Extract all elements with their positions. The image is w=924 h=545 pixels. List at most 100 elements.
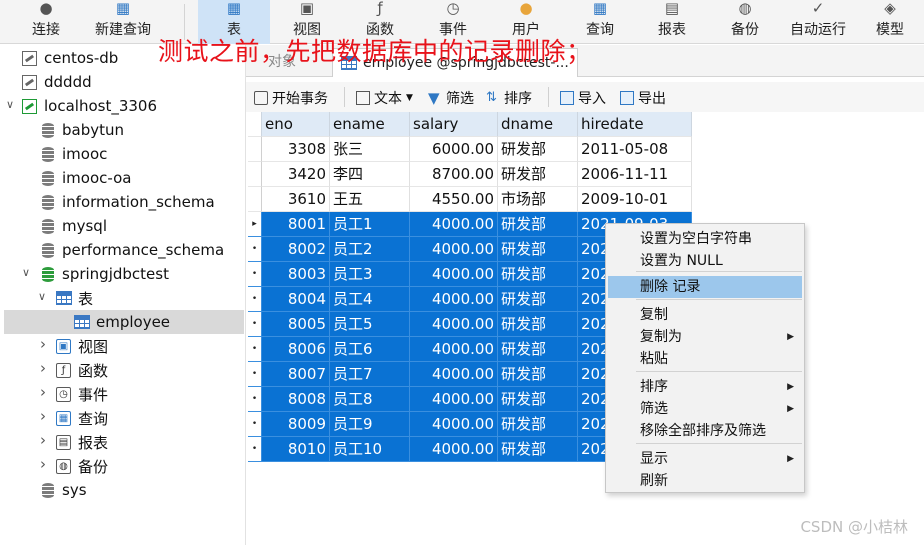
cell-eno[interactable]: 8008 <box>262 387 330 412</box>
cell-ename[interactable]: 员工6 <box>330 337 410 362</box>
cell-salary[interactable]: 4000.00 <box>410 362 498 387</box>
toolbar-button-report[interactable]: ▤ 报表 <box>636 0 708 44</box>
cell-salary[interactable]: 4000.00 <box>410 387 498 412</box>
cell-dname[interactable]: 研发部 <box>498 437 578 462</box>
cell-ename[interactable]: 李四 <box>330 162 410 187</box>
nav-item-ddddd[interactable]: ddddd <box>22 70 92 94</box>
column-header-dname[interactable]: dname <box>498 112 578 137</box>
chevron-right-icon[interactable]: › <box>40 359 46 377</box>
menu-item-1[interactable]: 设置为 NULL <box>608 250 802 272</box>
cell-salary[interactable]: 4000.00 <box>410 212 498 237</box>
cell-dname[interactable]: 研发部 <box>498 287 578 312</box>
nav-item-imooc[interactable]: imooc <box>40 142 107 166</box>
column-header-salary[interactable]: salary <box>410 112 498 137</box>
nav-item-[interactable]: ◷ 事件 <box>56 382 108 406</box>
cell-eno[interactable]: 8010 <box>262 437 330 462</box>
nav-item-[interactable]: ▦ 查询 <box>56 406 108 430</box>
cell-dname[interactable]: 研发部 <box>498 237 578 262</box>
cell-ename[interactable]: 王五 <box>330 187 410 212</box>
cell-dname[interactable]: 研发部 <box>498 412 578 437</box>
cell-ename[interactable]: 员工5 <box>330 312 410 337</box>
cell-ename[interactable]: 员工8 <box>330 387 410 412</box>
chevron-right-icon[interactable]: › <box>40 455 46 473</box>
menu-item-4[interactable]: 复制为 ▶ <box>608 326 802 348</box>
cell-dname[interactable]: 研发部 <box>498 262 578 287</box>
table-row[interactable]: 3308 张三 6000.00 研发部 2011-05-08 <box>248 137 692 162</box>
cell-salary[interactable]: 4000.00 <box>410 312 498 337</box>
nav-item-information-schema[interactable]: information_schema <box>40 190 215 214</box>
cell-hiredate[interactable]: 2009-10-01 <box>578 187 692 212</box>
menu-item-0[interactable]: 设置为空白字符串 <box>608 228 802 250</box>
cell-ename[interactable]: 员工9 <box>330 412 410 437</box>
cell-salary[interactable]: 6000.00 <box>410 137 498 162</box>
cell-salary[interactable]: 4000.00 <box>410 437 498 462</box>
nav-item-performance-schema[interactable]: performance_schema <box>40 238 224 262</box>
cell-dname[interactable]: 市场部 <box>498 187 578 212</box>
nav-item-imooc-oa[interactable]: imooc-oa <box>40 166 131 190</box>
cell-dname[interactable]: 研发部 <box>498 362 578 387</box>
cell-eno[interactable]: 8002 <box>262 237 330 262</box>
nav-item-centos-db[interactable]: centos-db <box>22 46 118 70</box>
nav-item-[interactable]: ◍ 备份 <box>56 454 108 478</box>
nav-item-sys[interactable]: sys <box>40 478 87 502</box>
column-header-ename[interactable]: ename <box>330 112 410 137</box>
cell-eno[interactable]: 8009 <box>262 412 330 437</box>
chevron-right-icon[interactable]: › <box>40 407 46 425</box>
cell-dname[interactable]: 研发部 <box>498 387 578 412</box>
cell-eno[interactable]: 8001 <box>262 212 330 237</box>
cell-salary[interactable]: 4000.00 <box>410 237 498 262</box>
chevron-right-icon[interactable]: › <box>40 335 46 353</box>
cell-ename[interactable]: 员工10 <box>330 437 410 462</box>
toolbar-button-auto-run[interactable]: ✓ 自动运行 <box>782 0 854 44</box>
cell-eno[interactable]: 8007 <box>262 362 330 387</box>
toolbar-button-backup[interactable]: ◍ 备份 <box>710 0 780 44</box>
cell-ename[interactable]: 员工1 <box>330 212 410 237</box>
cell-salary[interactable]: 8700.00 <box>410 162 498 187</box>
menu-item-2[interactable]: 删除 记录 <box>608 276 802 298</box>
cell-ename[interactable]: 张三 <box>330 137 410 162</box>
cell-eno[interactable]: 8006 <box>262 337 330 362</box>
menu-item-6[interactable]: 排序 ▶ <box>608 376 802 398</box>
cell-eno[interactable]: 3308 <box>262 137 330 162</box>
export-button[interactable]: 导出 <box>620 88 666 108</box>
cell-dname[interactable]: 研发部 <box>498 137 578 162</box>
nav-item-localhost-3306[interactable]: localhost_3306 <box>22 94 157 118</box>
begin-transaction-button[interactable]: 开始事务 <box>254 88 328 108</box>
menu-item-7[interactable]: 筛选 ▶ <box>608 398 802 420</box>
cell-salary[interactable]: 4000.00 <box>410 337 498 362</box>
nav-item-[interactable]: 表 <box>56 286 93 310</box>
table-row[interactable]: 3420 李四 8700.00 研发部 2006-11-11 <box>248 162 692 187</box>
cell-ename[interactable]: 员工2 <box>330 237 410 262</box>
cell-salary[interactable]: 4000.00 <box>410 287 498 312</box>
table-row[interactable]: 3610 王五 4550.00 市场部 2009-10-01 <box>248 187 692 212</box>
cell-dname[interactable]: 研发部 <box>498 312 578 337</box>
cell-eno[interactable]: 8003 <box>262 262 330 287</box>
nav-item-[interactable]: ▣ 视图 <box>56 334 108 358</box>
nav-item-mysql[interactable]: mysql <box>40 214 107 238</box>
nav-item-[interactable]: ▤ 报表 <box>56 430 108 454</box>
cell-ename[interactable]: 员工7 <box>330 362 410 387</box>
cell-eno[interactable]: 8005 <box>262 312 330 337</box>
menu-item-9[interactable]: 显示 ▶ <box>608 448 802 470</box>
chevron-down-icon[interactable]: ∨ <box>6 98 14 111</box>
chevron-down-icon[interactable]: ∨ <box>22 266 30 279</box>
nav-item-babytun[interactable]: babytun <box>40 118 124 142</box>
toolbar-button-new-query[interactable]: ▦ 新建查询 <box>88 0 158 44</box>
cell-eno[interactable]: 3420 <box>262 162 330 187</box>
menu-item-8[interactable]: 移除全部排序及筛选 <box>608 420 802 442</box>
cell-eno[interactable]: 8004 <box>262 287 330 312</box>
menu-item-3[interactable]: 复制 <box>608 304 802 326</box>
text-button[interactable]: 文本 ▼ <box>356 88 413 108</box>
sort-button[interactable]: ⇅ 排序 <box>486 88 532 108</box>
cell-ename[interactable]: 员工3 <box>330 262 410 287</box>
toolbar-button-plug[interactable]: ● 连接 <box>22 0 70 44</box>
chevron-down-icon[interactable]: ∨ <box>38 290 46 303</box>
cell-hiredate[interactable]: 2006-11-11 <box>578 162 692 187</box>
cell-salary[interactable]: 4000.00 <box>410 262 498 287</box>
nav-item-employee[interactable]: employee <box>4 310 244 334</box>
chevron-right-icon[interactable]: › <box>40 431 46 449</box>
nav-item-springjdbctest[interactable]: springjdbctest <box>40 262 169 286</box>
toolbar-button-model[interactable]: ◈ 模型 <box>856 0 924 44</box>
menu-item-10[interactable]: 刷新 <box>608 470 802 492</box>
nav-item-[interactable]: ƒ 函数 <box>56 358 108 382</box>
